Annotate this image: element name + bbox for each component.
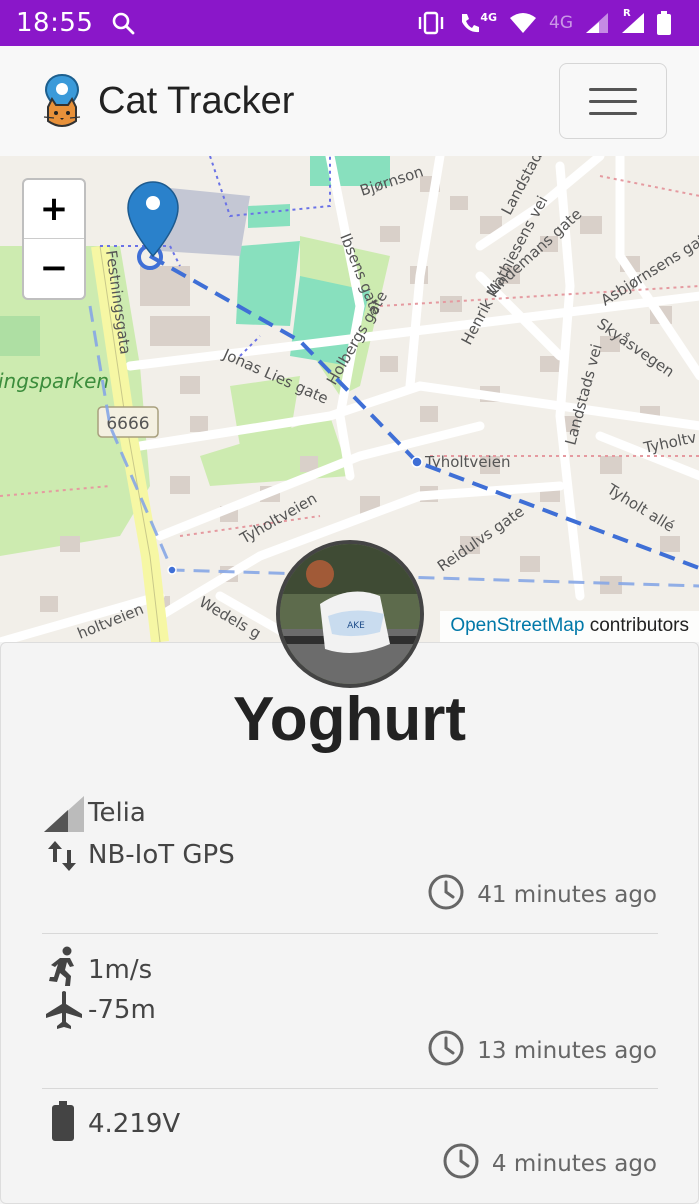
- openstreetmap-link[interactable]: OpenStreetMap: [450, 615, 584, 636]
- zoom-in-button[interactable]: +: [24, 180, 84, 238]
- timestamp-text: 13 minutes ago: [477, 1038, 657, 1064]
- wifi-icon: [509, 12, 537, 34]
- clock-icon: [442, 1142, 480, 1186]
- svg-text:AKE: AKE: [347, 621, 365, 631]
- attribution-suffix: contributors: [584, 615, 689, 636]
- app-title[interactable]: Cat Tracker: [98, 80, 294, 123]
- section-3-timestamp: 4 minutes ago: [442, 1142, 657, 1186]
- roaming-label: R: [623, 8, 631, 19]
- clock-icon: [427, 873, 465, 917]
- map-label-park: ingsparken: [0, 369, 109, 393]
- battery-voltage-text: 4.219V: [88, 1109, 181, 1139]
- running-person-icon: [46, 946, 80, 992]
- timestamp-text: 4 minutes ago: [491, 1151, 657, 1177]
- app-header: Cat Tracker: [0, 46, 699, 156]
- airplane-icon: [44, 990, 84, 1034]
- network-label-a: 4G: [480, 11, 497, 24]
- cat-name: Yoghurt: [232, 685, 466, 754]
- cat-avatar[interactable]: AKE: [276, 540, 424, 688]
- battery-status-icon: [657, 11, 671, 35]
- call-4g-icon: 4G: [458, 11, 497, 35]
- altitude-text: -75m: [88, 995, 156, 1025]
- network-type-text: NB-IoT GPS: [88, 840, 235, 870]
- section-divider: [42, 933, 658, 934]
- network-4g-label: 4G: [549, 13, 573, 33]
- map-label-tyholt-alle: Tyholt allé: [603, 480, 678, 536]
- timestamp-text: 41 minutes ago: [477, 882, 657, 908]
- cat-pin-logo-icon: [40, 73, 84, 129]
- section-2-timestamp: 13 minutes ago: [427, 1029, 657, 1073]
- vibrate-icon: [416, 11, 446, 35]
- menu-button[interactable]: [559, 63, 667, 139]
- section-1-timestamp: 41 minutes ago: [427, 873, 657, 917]
- carrier-text: Telia: [88, 798, 146, 828]
- signal-strength-icon: [44, 796, 84, 836]
- clock-icon: [427, 1029, 465, 1073]
- battery-icon: [52, 1101, 74, 1145]
- section-divider: [42, 1088, 658, 1089]
- cell-signal-icon: [585, 12, 609, 34]
- status-bar: 18:55 4G 4G R: [0, 0, 699, 46]
- map-label-reidulvs: Reidulvs gate: [434, 502, 528, 575]
- map-attribution: OpenStreetMap contributors: [440, 611, 699, 642]
- track-point[interactable]: [167, 565, 177, 575]
- track-point[interactable]: [411, 456, 423, 468]
- speed-text: 1m/s: [88, 955, 153, 985]
- zoom-out-button[interactable]: −: [24, 239, 84, 297]
- roaming-signal-icon: R: [621, 8, 645, 34]
- search-icon: [111, 11, 135, 35]
- zoom-control: + −: [22, 178, 86, 300]
- data-transfer-icon: [46, 838, 78, 878]
- map-label-tyholtveien-3: Tyholtv: [641, 428, 698, 457]
- hamburger-icon: [589, 79, 637, 124]
- status-time: 18:55: [16, 8, 94, 38]
